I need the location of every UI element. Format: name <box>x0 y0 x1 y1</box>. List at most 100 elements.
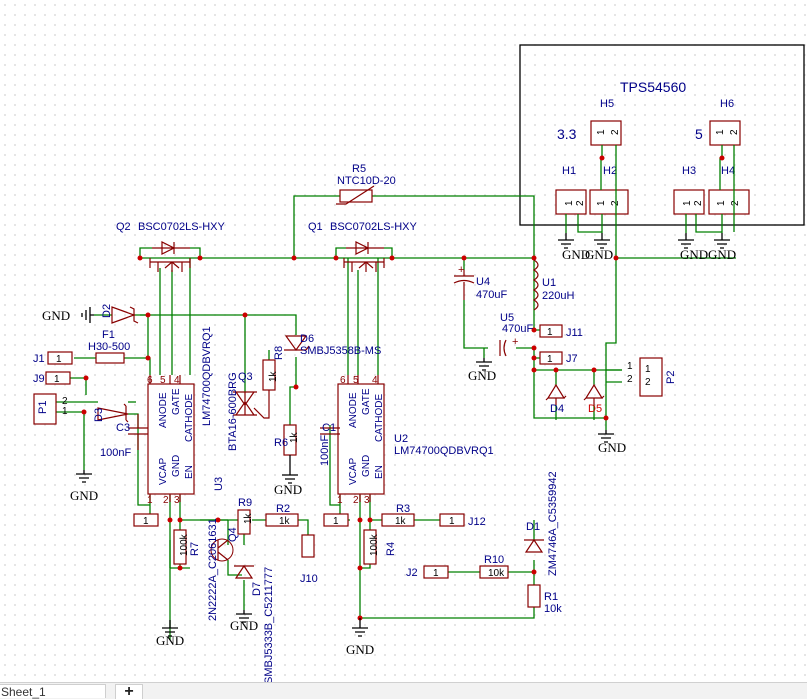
header-h5[interactable]: 1 2 <box>590 120 622 146</box>
svg-text:1: 1 <box>433 568 439 579</box>
j9-connector[interactable]: 1 <box>45 371 71 385</box>
u3-pin1: 1 <box>147 495 153 506</box>
j10-connector[interactable] <box>301 534 315 558</box>
r4-val: 100k <box>369 533 380 556</box>
d7-val: SMBJ5333B_C5211777 <box>263 567 275 684</box>
u2-gnd: GND <box>361 455 372 477</box>
j11-connector[interactable]: 1 <box>539 324 563 338</box>
gnd-label-6: GND <box>598 440 626 455</box>
svg-text:1: 1 <box>547 354 553 365</box>
svg-text:1k: 1k <box>243 512 254 524</box>
svg-text:2: 2 <box>610 129 621 135</box>
c1-val: 100nF <box>319 435 331 466</box>
header-h4[interactable] <box>708 189 750 215</box>
u3-pin4: 4 <box>174 375 180 386</box>
q2-mosfet[interactable] <box>149 241 191 272</box>
d1-zener[interactable] <box>524 538 544 553</box>
gnd-label-7: GND <box>42 308 70 323</box>
svg-text:1: 1 <box>627 361 633 372</box>
svg-text:1: 1 <box>62 406 68 417</box>
u2-pin2: 2 <box>353 495 359 506</box>
u1-val: 220uH <box>542 290 574 302</box>
u3-ref: U3 <box>213 477 225 491</box>
d2-tvs[interactable] <box>111 306 139 324</box>
gnd-symbols-module <box>558 233 730 249</box>
d7-ref: D7 <box>251 582 263 596</box>
j7-connector[interactable]: 1 <box>539 351 563 365</box>
u2-ref: U2 <box>394 433 408 445</box>
u2-cathode: CATHODE <box>374 394 385 442</box>
p1-ref: P1 <box>37 401 49 414</box>
svg-text:+: + <box>512 336 518 348</box>
u3-pin3: 3 <box>174 495 180 506</box>
f1-ref: F1 <box>102 329 115 341</box>
r5-ref: R5 <box>352 163 366 175</box>
sheet-tab[interactable]: Sheet_1 <box>0 684 106 699</box>
q4-val: 2N2222A_C2061631 <box>207 518 219 621</box>
r1-resistor[interactable] <box>527 584 541 608</box>
q1-ref: Q1 <box>308 221 323 233</box>
d5-tvs[interactable] <box>583 383 605 405</box>
gnd-label-10: GND <box>230 618 258 633</box>
d4-tvs[interactable] <box>545 383 567 405</box>
c3-ref: C3 <box>116 422 130 434</box>
schematic-canvas[interactable]: TPS54560 3.3 5 1 2 H5 1 2 H6 H1 H2 H3 H4… <box>0 0 807 698</box>
u2-pin4: 4 <box>372 375 378 386</box>
r2-ref: R2 <box>276 503 290 515</box>
svg-text:2: 2 <box>693 200 704 206</box>
r6-ref: R6 <box>274 437 288 449</box>
f1-val: H30-500 <box>88 341 130 353</box>
r5-ntc[interactable] <box>336 185 375 205</box>
svg-text:1k: 1k <box>289 431 300 443</box>
j12-connector[interactable]: 1 <box>439 513 465 527</box>
module-title: TPS54560 <box>620 79 686 95</box>
svg-text:2: 2 <box>627 374 633 385</box>
module-label-33: 3.3 <box>557 126 577 142</box>
r1-val: 10k <box>544 603 562 615</box>
h3-ref: H3 <box>682 165 696 177</box>
svg-text:1: 1 <box>596 129 607 135</box>
u4-capacitor[interactable]: + <box>453 264 475 300</box>
h5-ref: H5 <box>600 98 614 110</box>
r2-val: 1k <box>279 516 291 527</box>
r10-ref: R10 <box>484 554 504 566</box>
svg-text:1: 1 <box>56 354 62 365</box>
j1-connector[interactable]: 1 <box>47 351 73 365</box>
d7-zener[interactable] <box>234 564 254 579</box>
u2-val: LM74700QDBVRQ1 <box>394 445 494 457</box>
u3-vcap: VCAP <box>158 457 169 485</box>
r3-val: 1k <box>395 516 407 527</box>
svg-text:1: 1 <box>54 374 60 385</box>
d2-ref: D2 <box>101 304 113 318</box>
u5-capacitor[interactable]: + <box>499 336 518 357</box>
q3-val: BTA16-600BRG <box>227 372 239 451</box>
p2-connector[interactable]: 1 2 1 2 <box>627 357 663 397</box>
gnd-left-top <box>81 307 94 323</box>
r10-val: 10k <box>488 568 505 579</box>
gnd-label-9: GND <box>274 482 302 497</box>
gnd-r6 <box>282 455 298 484</box>
r7-ref: R7 <box>189 542 201 556</box>
j9-ref: J9 <box>33 373 45 385</box>
r4-ref: R4 <box>385 542 397 556</box>
d3-ref: D3 <box>93 408 105 422</box>
j7-ref: J7 <box>566 353 578 365</box>
u3-pad-connector[interactable]: 1 <box>133 513 159 527</box>
gnd-label-12: GND <box>346 642 374 657</box>
d5-ref: D5 <box>588 403 602 415</box>
svg-text:1: 1 <box>564 200 575 206</box>
u2-pin5: 5 <box>353 375 359 386</box>
u2-pad-connector[interactable]: 1 <box>323 513 349 527</box>
j2-connector[interactable]: 1 <box>423 565 449 579</box>
f1-fuse[interactable] <box>95 352 125 364</box>
u3-gnd: GND <box>171 455 182 477</box>
u3-val: LM74700QDBVRQ1 <box>201 326 213 426</box>
j11-ref: J11 <box>566 327 583 339</box>
d1-val: ZM4746A_C5359942 <box>547 471 559 576</box>
u2-gate: GATE <box>361 388 372 415</box>
p2-ref: P2 <box>665 371 677 384</box>
u4-ref: U4 <box>476 276 490 288</box>
add-sheet-button[interactable]: + <box>115 684 143 700</box>
u3-pin2: 2 <box>163 495 169 506</box>
header-h6[interactable]: 1 2 <box>709 120 741 146</box>
